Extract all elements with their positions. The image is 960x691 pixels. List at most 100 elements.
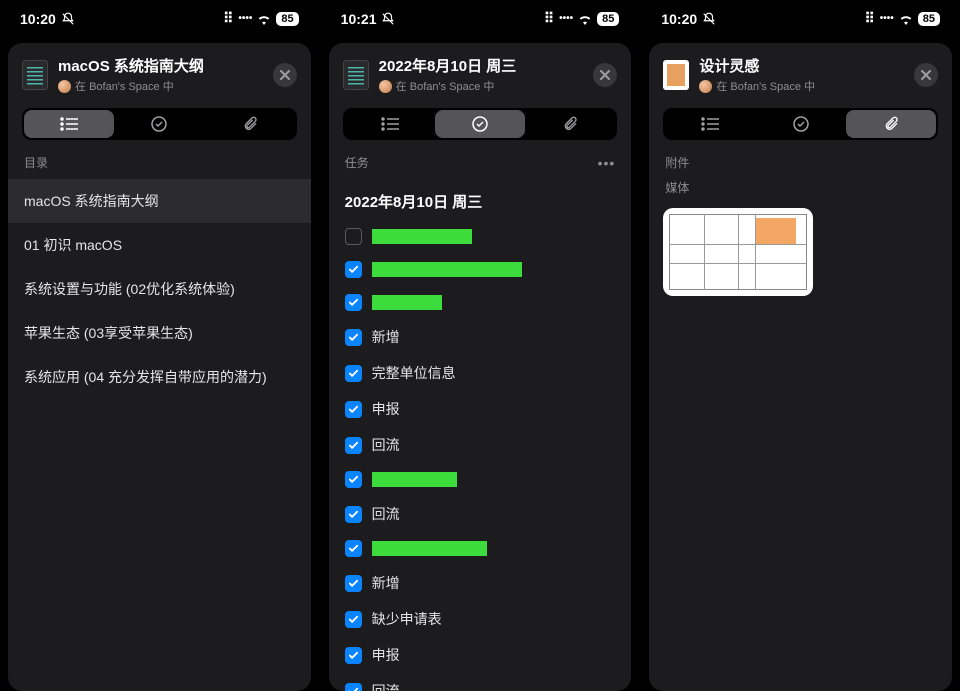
avatar (699, 80, 712, 93)
tab-attachments[interactable] (204, 110, 294, 138)
task-row[interactable] (329, 532, 632, 565)
segmented-control (22, 108, 297, 140)
status-right: ⠿ •••• 85 (544, 10, 620, 27)
checkbox[interactable] (345, 540, 362, 557)
task-list: 新增完整单位信息申报回流回流新增缺少申请表申报回流 (329, 220, 632, 691)
header-text: 2022年8月10日 周三 在 Bofan's Space 中 (379, 55, 584, 94)
checkbox[interactable] (345, 261, 362, 278)
task-list-heading: 2022年8月10日 周三 (329, 179, 632, 220)
document-icon (22, 60, 48, 90)
outline-item[interactable]: 苹果生态 (03享受苹果生态) (8, 311, 311, 355)
task-row[interactable]: 缺少申请表 (329, 601, 632, 637)
bell-slash-icon (61, 12, 75, 26)
task-row[interactable] (329, 253, 632, 286)
redacted-text (372, 541, 487, 556)
close-icon (280, 70, 290, 80)
task-row[interactable]: 申报 (329, 391, 632, 427)
task-label: 完整单位信息 (372, 363, 456, 383)
note-card: 2022年8月10日 周三 在 Bofan's Space 中 任务 (329, 43, 632, 691)
tab-attachments[interactable] (846, 110, 936, 138)
task-row[interactable]: 完整单位信息 (329, 355, 632, 391)
section-header: 目录 (8, 150, 311, 179)
signal-icon: ⠿ (223, 10, 234, 27)
media-label: 媒体 (649, 179, 952, 202)
check-circle-icon (793, 116, 809, 132)
outline-item[interactable]: 01 初识 macOS (8, 223, 311, 267)
redacted-text (372, 262, 522, 277)
wifi-icon (256, 13, 272, 25)
paperclip-icon (883, 116, 899, 132)
phone-pane-3: 10:20 ⠿ •••• 85 设计灵感 在 Bofan's Space 中 (641, 0, 960, 691)
section-label: 附件 (665, 154, 689, 171)
card-header: 设计灵感 在 Bofan's Space 中 (649, 43, 952, 104)
phone-pane-2: 10:21 ⠿ •••• 85 2022年8月10日 周三 在 Bofan's … (321, 0, 640, 691)
status-right: ⠿ •••• 85 (223, 10, 299, 27)
task-row[interactable] (329, 286, 632, 319)
outline-list: macOS 系统指南大纲01 初识 macOS系统设置与功能 (02优化系统体验… (8, 179, 311, 399)
more-button[interactable]: ••• (598, 155, 616, 171)
subtitle-row: 在 Bofan's Space 中 (379, 78, 584, 94)
phone-pane-1: 10:20 ⠿ •••• 85 macOS 系统指南大纲 在 Bofan's S… (0, 0, 319, 691)
document-icon (343, 60, 369, 90)
clock: 10:20 (661, 11, 697, 27)
tab-outline[interactable] (665, 110, 755, 138)
checkbox[interactable] (345, 683, 362, 691)
clock: 10:20 (20, 11, 56, 27)
close-button[interactable] (914, 63, 938, 87)
avatar (379, 80, 392, 93)
tab-tasks[interactable] (114, 110, 204, 138)
checkbox[interactable] (345, 437, 362, 454)
checkbox[interactable] (345, 471, 362, 488)
outline-item[interactable]: macOS 系统指南大纲 (8, 179, 311, 223)
tab-tasks[interactable] (756, 110, 846, 138)
task-row[interactable] (329, 463, 632, 496)
status-right: ⠿ •••• 85 (864, 10, 940, 27)
checkbox[interactable] (345, 294, 362, 311)
outline-item[interactable]: 系统设置与功能 (02优化系统体验) (8, 267, 311, 311)
wifi-icon (898, 13, 914, 25)
task-row[interactable] (329, 220, 632, 253)
subtitle-row: 在 Bofan's Space 中 (699, 78, 904, 94)
checkbox[interactable] (345, 365, 362, 382)
task-row[interactable]: 新增 (329, 319, 632, 355)
note-title: 设计灵感 (699, 55, 904, 76)
paperclip-icon (562, 116, 578, 132)
checkbox[interactable] (345, 506, 362, 523)
tab-attachments[interactable] (525, 110, 615, 138)
bell-slash-icon (702, 12, 716, 26)
wifi-icon (577, 13, 593, 25)
note-location: 在 Bofan's Space 中 (75, 78, 174, 94)
checkbox[interactable] (345, 647, 362, 664)
outline-item[interactable]: 系统应用 (04 充分发挥自带应用的潜力) (8, 355, 311, 399)
signal-icon: ⠿ (864, 10, 875, 27)
card-header: 2022年8月10日 周三 在 Bofan's Space 中 (329, 43, 632, 104)
list-icon (381, 117, 399, 131)
checkbox[interactable] (345, 611, 362, 628)
task-row[interactable]: 回流 (329, 496, 632, 532)
status-left: 10:21 (341, 11, 396, 27)
checkbox[interactable] (345, 401, 362, 418)
segmented-control (663, 108, 938, 140)
task-label: 新增 (372, 327, 400, 347)
checkbox[interactable] (345, 329, 362, 346)
task-row[interactable]: 新增 (329, 565, 632, 601)
subtitle-row: 在 Bofan's Space 中 (58, 78, 263, 94)
media-thumbnail[interactable] (663, 208, 813, 296)
list-icon (60, 117, 78, 131)
tab-outline[interactable] (24, 110, 114, 138)
close-button[interactable] (593, 63, 617, 87)
checkbox[interactable] (345, 228, 362, 245)
tab-tasks[interactable] (435, 110, 525, 138)
task-row[interactable]: 申报 (329, 637, 632, 673)
battery-badge: 85 (276, 12, 298, 26)
tab-outline[interactable] (345, 110, 435, 138)
close-button[interactable] (273, 63, 297, 87)
section-header: 附件 (649, 150, 952, 179)
task-row[interactable]: 回流 (329, 427, 632, 463)
paperclip-icon (242, 116, 258, 132)
note-location: 在 Bofan's Space 中 (716, 78, 815, 94)
task-row[interactable]: 回流 (329, 673, 632, 691)
checkbox[interactable] (345, 575, 362, 592)
task-label: 申报 (372, 645, 400, 665)
card-header: macOS 系统指南大纲 在 Bofan's Space 中 (8, 43, 311, 104)
